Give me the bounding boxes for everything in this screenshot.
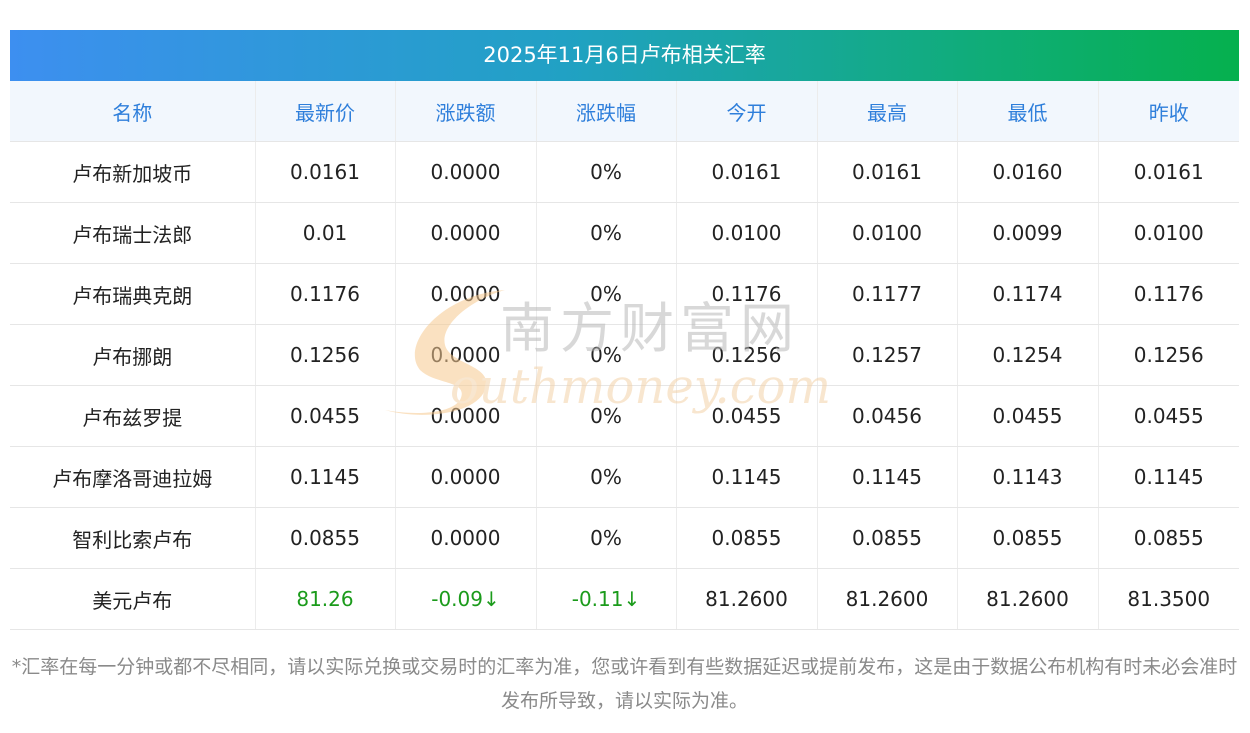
cell-latest: 0.1176 [255, 263, 396, 325]
cell-low: 0.0455 [957, 385, 1099, 447]
cell-name: 卢布兹罗提 [10, 385, 256, 447]
cell-change: 0.0000 [395, 324, 537, 386]
cell-name: 美元卢布 [10, 568, 256, 630]
cell-open: 81.2600 [676, 568, 818, 630]
cell-name: 卢布瑞士法郎 [10, 202, 256, 264]
cell-name: 智利比索卢布 [10, 507, 256, 569]
cell-latest: 0.01 [255, 202, 396, 264]
cell-prev: 0.1145 [1098, 446, 1239, 508]
cell-low: 0.1254 [957, 324, 1099, 386]
cell-low: 0.0099 [957, 202, 1099, 264]
table-title: 2025年11月6日卢布相关汇率 [10, 30, 1239, 81]
cell-latest: 0.0455 [255, 385, 396, 447]
col-header-prev: 昨收 [1098, 81, 1239, 142]
cell-latest: 0.1145 [255, 446, 396, 508]
cell-low: 81.2600 [957, 568, 1099, 630]
cell-open: 0.0855 [676, 507, 818, 569]
cell-name: 卢布挪朗 [10, 324, 256, 386]
cell-open: 0.1145 [676, 446, 818, 508]
cell-prev: 0.0161 [1098, 141, 1239, 203]
cell-latest: 0.0161 [255, 141, 396, 203]
cell-high: 0.0456 [817, 385, 958, 447]
table-row: 卢布兹罗提 0.0455 0.0000 0% 0.0455 0.0456 0.0… [10, 385, 1239, 447]
cell-prev: 0.1256 [1098, 324, 1239, 386]
col-header-high: 最高 [817, 81, 958, 142]
cell-high: 0.0855 [817, 507, 958, 569]
cell-open: 0.0100 [676, 202, 818, 264]
cell-open: 0.0455 [676, 385, 818, 447]
cell-change: 0.0000 [395, 446, 537, 508]
cell-change: -0.09↓ [395, 568, 537, 630]
cell-low: 0.0160 [957, 141, 1099, 203]
table-row: 卢布瑞士法郎 0.01 0.0000 0% 0.0100 0.0100 0.00… [10, 202, 1239, 264]
table-row: 智利比索卢布 0.0855 0.0000 0% 0.0855 0.0855 0.… [10, 507, 1239, 569]
col-header-open: 今开 [676, 81, 818, 142]
cell-change: 0.0000 [395, 202, 537, 264]
cell-pct: 0% [536, 141, 677, 203]
cell-change: 0.0000 [395, 141, 537, 203]
cell-latest: 0.0855 [255, 507, 396, 569]
cell-pct: 0% [536, 263, 677, 325]
cell-prev: 0.1176 [1098, 263, 1239, 325]
cell-high: 0.1257 [817, 324, 958, 386]
cell-open: 0.1256 [676, 324, 818, 386]
cell-name: 卢布新加坡币 [10, 141, 256, 203]
cell-high: 0.0100 [817, 202, 958, 264]
cell-open: 0.1176 [676, 263, 818, 325]
col-header-low: 最低 [957, 81, 1099, 142]
cell-name: 卢布瑞典克朗 [10, 263, 256, 325]
col-header-latest: 最新价 [255, 81, 396, 142]
table-row: 卢布瑞典克朗 0.1176 0.0000 0% 0.1176 0.1177 0.… [10, 263, 1239, 325]
cell-high: 0.1177 [817, 263, 958, 325]
table-row: 卢布新加坡币 0.0161 0.0000 0% 0.0161 0.0161 0.… [10, 141, 1239, 203]
header-row: 名称 最新价 涨跌额 涨跌幅 今开 最高 最低 昨收 [10, 81, 1239, 142]
table-row: 卢布挪朗 0.1256 0.0000 0% 0.1256 0.1257 0.12… [10, 324, 1239, 386]
cell-pct: 0% [536, 385, 677, 447]
table-row: 美元卢布 81.26 -0.09↓ -0.11↓ 81.2600 81.2600… [10, 568, 1239, 630]
cell-change: 0.0000 [395, 507, 537, 569]
cell-pct: 0% [536, 324, 677, 386]
cell-pct: -0.11↓ [536, 568, 677, 630]
cell-latest: 81.26 [255, 568, 396, 630]
cell-high: 0.0161 [817, 141, 958, 203]
cell-pct: 0% [536, 507, 677, 569]
disclaimer-note: *汇率在每一分钟或都不尽相同，请以实际兑换或交易时的汇率为准，您或许看到有些数据… [11, 656, 1238, 712]
cell-open: 0.0161 [676, 141, 818, 203]
rate-table: 名称 最新价 涨跌额 涨跌幅 今开 最高 最低 昨收 卢布新加坡币 0.0161… [10, 81, 1239, 630]
cell-prev: 0.0855 [1098, 507, 1239, 569]
cell-latest: 0.1256 [255, 324, 396, 386]
cell-change: 0.0000 [395, 385, 537, 447]
cell-low: 0.1143 [957, 446, 1099, 508]
col-header-change: 涨跌额 [395, 81, 537, 142]
cell-prev: 0.0455 [1098, 385, 1239, 447]
col-header-name: 名称 [10, 81, 256, 142]
cell-low: 0.0855 [957, 507, 1099, 569]
cell-high: 81.2600 [817, 568, 958, 630]
cell-change: 0.0000 [395, 263, 537, 325]
cell-pct: 0% [536, 446, 677, 508]
cell-pct: 0% [536, 202, 677, 264]
cell-prev: 81.3500 [1098, 568, 1239, 630]
col-header-pct: 涨跌幅 [536, 81, 677, 142]
cell-name: 卢布摩洛哥迪拉姆 [10, 446, 256, 508]
cell-low: 0.1174 [957, 263, 1099, 325]
cell-high: 0.1145 [817, 446, 958, 508]
table-row: 卢布摩洛哥迪拉姆 0.1145 0.0000 0% 0.1145 0.1145 … [10, 446, 1239, 508]
rate-panel: 2025年11月6日卢布相关汇率 名称 最新价 涨跌额 涨跌幅 今开 最高 最低… [10, 30, 1239, 630]
cell-prev: 0.0100 [1098, 202, 1239, 264]
